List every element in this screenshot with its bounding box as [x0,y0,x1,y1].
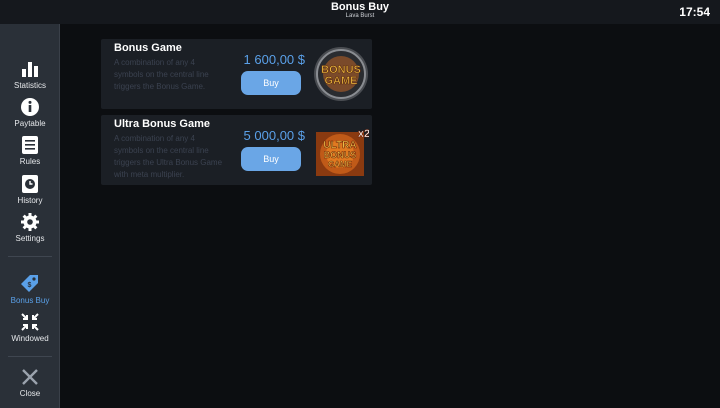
bonus-price: 5 000,00 $ [243,128,305,143]
ultra-bonus-game-badge: ULTRA BONUS GAME x2 [316,128,369,176]
close-button[interactable]: Close [0,367,60,403]
sidebar-item-label: History [17,196,43,205]
buy-bonus-game-button[interactable]: Buy [241,71,301,95]
sidebar-item-rules[interactable]: Rules [0,135,60,171]
sidebar-divider [8,356,52,357]
bonus-name: Ultra Bonus Game [114,118,210,130]
sidebar-item-settings[interactable]: Settings [0,212,60,248]
badge-line: GAME [325,75,358,87]
game-name: Lava Burst [345,13,375,19]
sidebar-item-label: Statistics [13,81,46,90]
clock-icon [22,175,38,193]
bar-chart-icon [22,62,38,77]
bonus-description: A combination of any 4 symbols on the ce… [114,134,223,179]
sidebar-item-paytable[interactable]: Paytable [0,97,60,133]
clock: 17:54 [679,5,710,19]
badge-line: GAME [328,160,353,169]
bonus-game-badge: BONUS GAME [314,47,368,101]
shrink-icon [21,313,39,331]
sidebar-item-label: Windowed [11,334,49,343]
sidebar-item-statistics[interactable]: Statistics [0,59,60,95]
sidebar-item-label: Settings [15,234,45,243]
page-title: Bonus Buy [330,1,390,13]
bonus-name: Bonus Game [114,42,182,54]
tag-icon: $ [21,275,38,292]
sidebar-item-bonus-buy[interactable]: $ Bonus Buy [0,274,60,310]
close-icon [22,369,38,385]
sidebar-item-label: Close [19,389,41,398]
buy-ultra-bonus-game-button[interactable]: Buy [241,147,301,171]
badge-multiplier: x2 [358,128,369,140]
sidebar-item-label: Rules [19,157,41,166]
sidebar-divider [8,256,52,257]
badge-line: BONUS [324,150,357,160]
sidebar-item-label: Paytable [14,119,46,128]
list-icon [22,136,38,154]
sidebar-item-label: Bonus Buy [10,296,50,305]
title-bar: Bonus Buy Lava Burst 17:54 [0,0,720,24]
bonus-card: Bonus Game A combination of any 4 symbol… [101,39,372,109]
svg-text:$: $ [28,282,32,289]
sidebar-item-history[interactable]: History [0,174,60,210]
bonus-description: A combination of any 4 symbols on the ce… [114,58,209,91]
info-icon [21,98,39,116]
sidebar: Statistics Paytable Rules History Settin… [0,24,60,408]
ultra-bonus-card: Ultra Bonus Game A combination of any 4 … [101,115,372,185]
gear-icon [21,213,39,231]
bonus-price: 1 600,00 $ [243,52,305,67]
sidebar-item-windowed[interactable]: Windowed [0,312,60,348]
